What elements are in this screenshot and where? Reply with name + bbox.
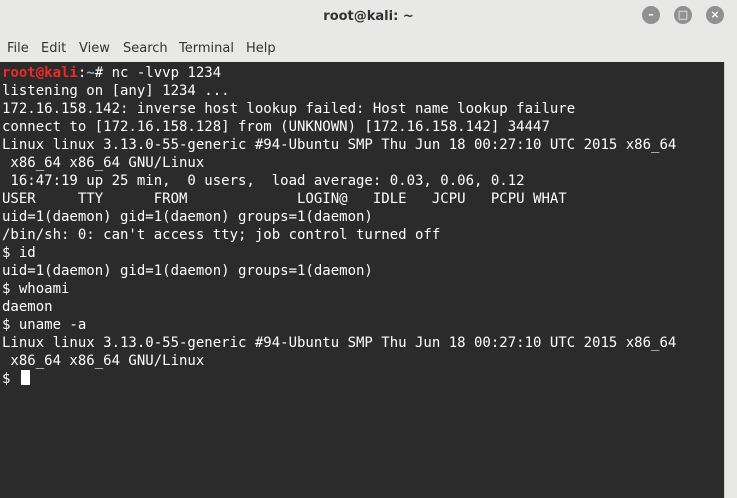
- output-line: daemon: [2, 299, 53, 315]
- shell-prompt: $: [2, 371, 19, 387]
- scrollbar[interactable]: [724, 62, 737, 498]
- output-line: listening on [any] 1234 ...: [2, 83, 230, 99]
- output-line: 16:47:19 up 25 min, 0 users, load averag…: [2, 173, 525, 189]
- output-line: $ id: [2, 245, 36, 261]
- output-line: Linux linux 3.13.0-55-generic #94-Ubuntu…: [2, 335, 677, 351]
- terminal-window: root@kali: ~ – □ × File Edit View Search…: [0, 0, 737, 498]
- prompt-symbol: #: [94, 65, 112, 81]
- prompt-path: ~: [86, 65, 95, 81]
- menu-file[interactable]: File: [7, 41, 29, 56]
- output-line: uid=1(daemon) gid=1(daemon) groups=1(dae…: [2, 209, 373, 225]
- output-line: $ whoami: [2, 281, 70, 297]
- prompt-line: root@kali:~# nc -lvvp 1234: [2, 64, 221, 82]
- menu-search[interactable]: Search: [123, 41, 168, 56]
- text-cursor: [20, 370, 30, 385]
- title-bar[interactable]: root@kali: ~ – □ ×: [0, 0, 737, 34]
- output-line: uid=1(daemon) gid=1(daemon) groups=1(dae…: [2, 263, 373, 279]
- output-line: x86_64 x86_64 GNU/Linux: [2, 155, 205, 171]
- window-title: root@kali: ~: [323, 9, 414, 24]
- menu-edit[interactable]: Edit: [41, 41, 66, 56]
- menu-terminal[interactable]: Terminal: [179, 41, 234, 56]
- output-line: 172.16.158.142: inverse host lookup fail…: [2, 101, 576, 117]
- output-line: USER TTY FROM LOGIN@ IDLE JCPU PCPU WHAT: [2, 191, 567, 207]
- menu-view[interactable]: View: [79, 41, 110, 56]
- output-line: connect to [172.16.158.128] from (UNKNOW…: [2, 119, 550, 135]
- current-prompt-line: $: [2, 370, 30, 388]
- minimize-icon[interactable]: –: [642, 6, 660, 24]
- maximize-icon[interactable]: □: [674, 6, 692, 24]
- terminal-output[interactable]: root@kali:~# nc -lvvp 1234 listening on …: [0, 62, 724, 498]
- menu-help[interactable]: Help: [246, 41, 276, 56]
- prompt-command: nc -lvvp 1234: [111, 65, 222, 81]
- output-line: Linux linux 3.13.0-55-generic #94-Ubuntu…: [2, 137, 677, 153]
- output-line: $ uname -a: [2, 317, 87, 333]
- output-line: x86_64 x86_64 GNU/Linux: [2, 353, 205, 369]
- prompt-user: root@kali: [2, 65, 78, 81]
- close-icon[interactable]: ×: [706, 6, 724, 24]
- menu-bar: File Edit View Search Terminal Help: [0, 36, 737, 62]
- output-line: /bin/sh: 0: can't access tty; job contro…: [2, 227, 441, 243]
